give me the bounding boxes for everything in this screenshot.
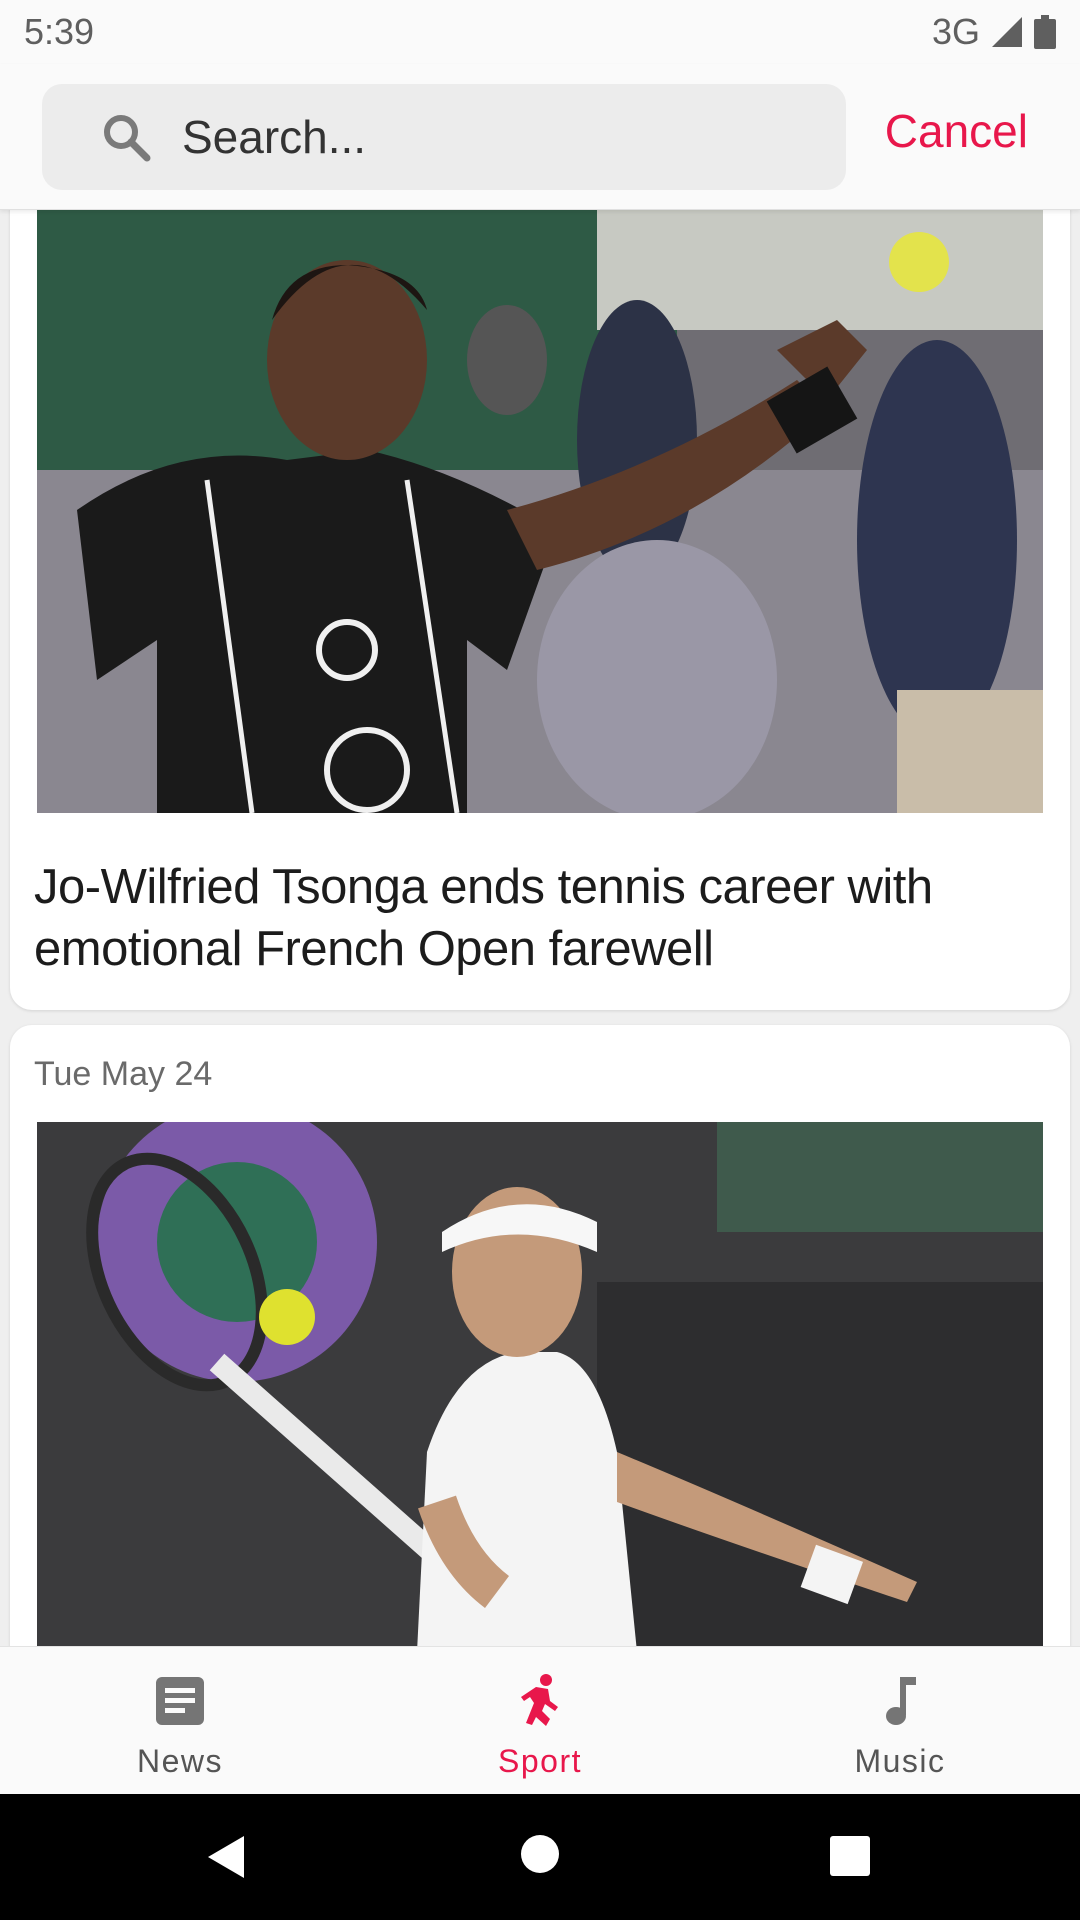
news-feed[interactable]: Jo-Wilfried Tsonga ends tennis career wi… bbox=[0, 210, 1080, 1646]
nav-item-music[interactable]: Music bbox=[720, 1647, 1080, 1794]
search-box[interactable] bbox=[42, 84, 846, 190]
tennis-player-photo bbox=[37, 1122, 1043, 1646]
nav-label-news: News bbox=[136, 1743, 223, 1779]
network-type: 3G bbox=[931, 11, 980, 52]
article-image[interactable] bbox=[37, 1122, 1043, 1646]
article-card[interactable]: Tue May 24 bbox=[10, 1025, 1070, 1646]
bottom-nav: News Sport Music bbox=[0, 1646, 1080, 1794]
search-icon bbox=[104, 115, 151, 162]
music-note-icon bbox=[886, 1677, 916, 1725]
article-image[interactable] bbox=[37, 210, 1043, 813]
status-time: 5:39 bbox=[24, 11, 95, 52]
battery-icon bbox=[1034, 15, 1056, 49]
search-header: Cancel bbox=[0, 64, 1080, 210]
article-date: Tue May 24 bbox=[34, 1055, 213, 1093]
nav-label-music: Music bbox=[854, 1743, 946, 1779]
search-input[interactable] bbox=[182, 110, 782, 164]
system-nav-bar bbox=[0, 1794, 1080, 1920]
article-headline[interactable]: Jo-Wilfried Tsonga ends tennis career wi… bbox=[34, 856, 1044, 980]
sport-icon bbox=[521, 1674, 558, 1726]
nav-item-sport[interactable]: Sport bbox=[360, 1647, 720, 1794]
signal-icon bbox=[992, 17, 1022, 47]
home-icon[interactable] bbox=[520, 1834, 560, 1874]
status-icons: 3G bbox=[932, 11, 1056, 53]
status-bar: 5:39 3G bbox=[0, 0, 1080, 64]
nav-item-news[interactable]: News bbox=[0, 1647, 360, 1794]
back-icon[interactable] bbox=[206, 1834, 246, 1880]
tennis-player-photo bbox=[37, 210, 1043, 813]
nav-label-sport: Sport bbox=[498, 1743, 582, 1779]
article-card[interactable]: Jo-Wilfried Tsonga ends tennis career wi… bbox=[10, 210, 1070, 1010]
recent-apps-icon[interactable] bbox=[830, 1836, 870, 1876]
article-icon bbox=[156, 1677, 204, 1725]
cancel-button[interactable]: Cancel bbox=[885, 104, 1028, 158]
